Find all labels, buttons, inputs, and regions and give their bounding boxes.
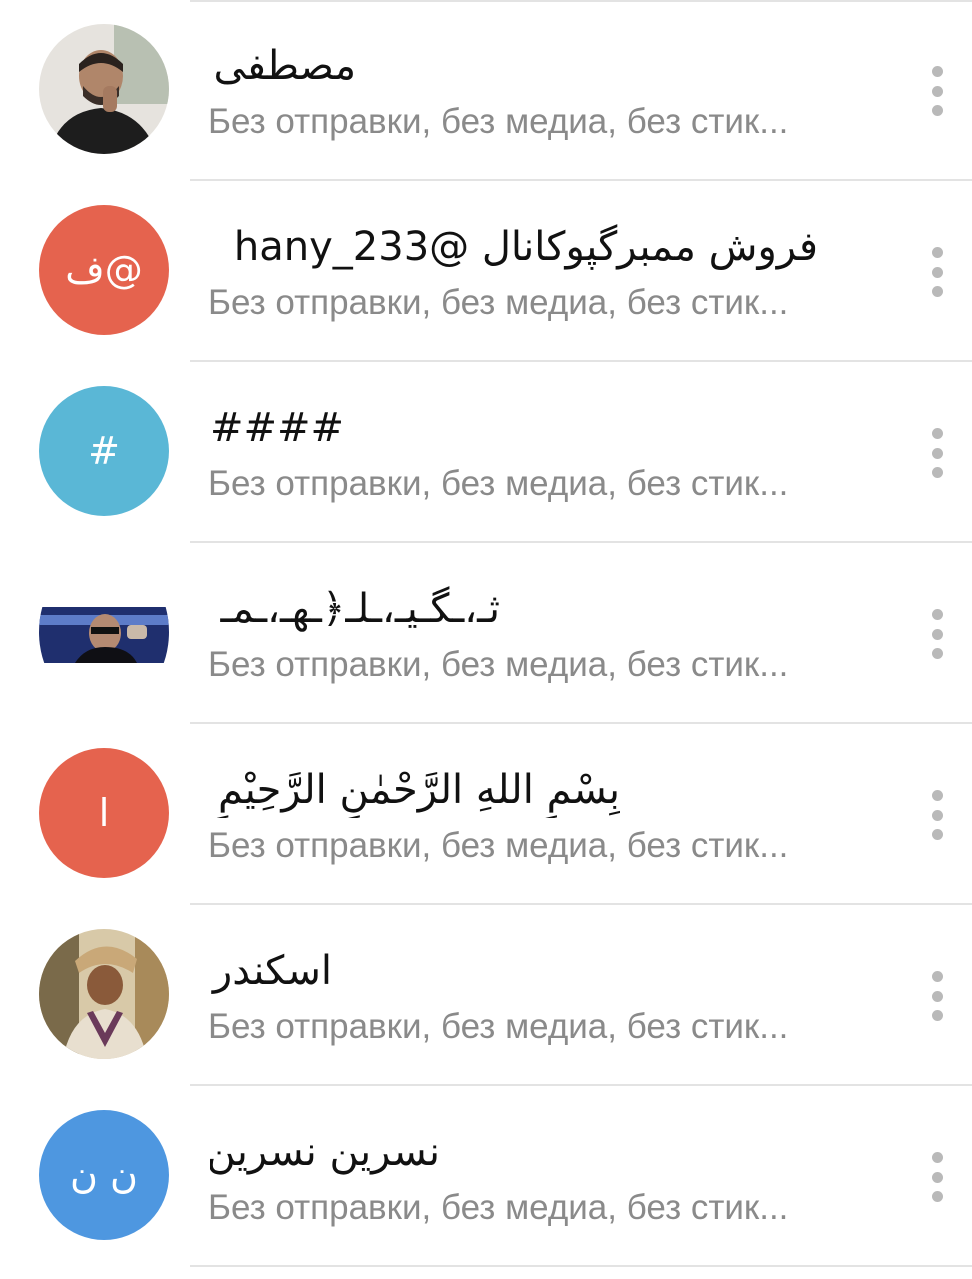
chat-subtitle: Без отправки, без медиа, без стик... <box>208 1188 789 1227</box>
chat-title: #### <box>210 405 345 451</box>
chat-title: اسکندر <box>212 948 332 994</box>
avatar[interactable]: ن ن <box>39 1110 169 1240</box>
chat-row[interactable]: مصطفى Без отправки, без медиа, без стик.… <box>0 0 972 181</box>
more-options-icon[interactable] <box>916 1144 958 1210</box>
chat-title: نسرین نسرین <box>210 1129 440 1175</box>
more-options-icon[interactable] <box>916 963 958 1029</box>
avatar[interactable]: ا <box>39 748 169 878</box>
avatar[interactable] <box>39 567 169 697</box>
avatar[interactable] <box>39 24 169 154</box>
person-car-photo-avatar-icon <box>39 567 169 697</box>
chat-row[interactable]: ن ن نسرین نسرین Без отправки, без медиа,… <box>0 1086 972 1267</box>
more-options-icon[interactable] <box>916 239 958 305</box>
chat-title: مصطفى <box>213 43 357 89</box>
avatar-initials: # <box>88 429 120 473</box>
avatar[interactable] <box>39 929 169 1059</box>
avatar-initials: ف@ <box>65 248 143 292</box>
chat-subtitle: Без отправки, без медиа, без стик... <box>208 826 789 865</box>
avatar[interactable]: ف@ <box>39 205 169 335</box>
more-options-icon[interactable] <box>916 58 958 124</box>
chat-subtitle: Без отправки, без медиа, без стик... <box>208 1007 789 1046</box>
person-photo-avatar-icon <box>39 24 169 154</box>
chat-title: ثـ،ـگـيـ،ـلـ﴿ـهـ،ـمـ <box>220 586 500 632</box>
chat-row[interactable]: ا بِسْمِ اللهِ الرَّحْمٰنِ الرَّحِيْمِ Б… <box>0 724 972 905</box>
chat-subtitle: Без отправки, без медиа, без стик... <box>208 102 789 141</box>
more-options-icon[interactable] <box>916 782 958 848</box>
chat-row[interactable]: ثـ،ـگـيـ،ـلـ﴿ـهـ،ـمـ Без отправки, без м… <box>0 543 972 724</box>
avatar-initials: ا <box>98 791 110 835</box>
chat-row[interactable]: # #### Без отправки, без медиа, без стик… <box>0 362 972 543</box>
chat-row[interactable]: اسکندر Без отправки, без медиа, без стик… <box>0 905 972 1086</box>
person-outdoor-photo-avatar-icon <box>39 929 169 1059</box>
chat-subtitle: Без отправки, без медиа, без стик... <box>208 464 789 503</box>
avatar[interactable]: # <box>39 386 169 516</box>
divider <box>190 1265 972 1267</box>
chat-title: بِسْمِ اللهِ الرَّحْمٰنِ الرَّحِيْمِ <box>217 767 620 813</box>
chat-title: فروش ممبرگپوکانال @hany_233 <box>233 224 818 270</box>
chat-subtitle: Без отправки, без медиа, без стик... <box>208 645 789 684</box>
chat-row[interactable]: ف@ فروش ممبرگپوکانال @hany_233 Без отпра… <box>0 181 972 362</box>
avatar-initials: ن ن <box>70 1153 138 1197</box>
more-options-icon[interactable] <box>916 601 958 667</box>
more-options-icon[interactable] <box>916 420 958 486</box>
chat-subtitle: Без отправки, без медиа, без стик... <box>208 283 789 322</box>
